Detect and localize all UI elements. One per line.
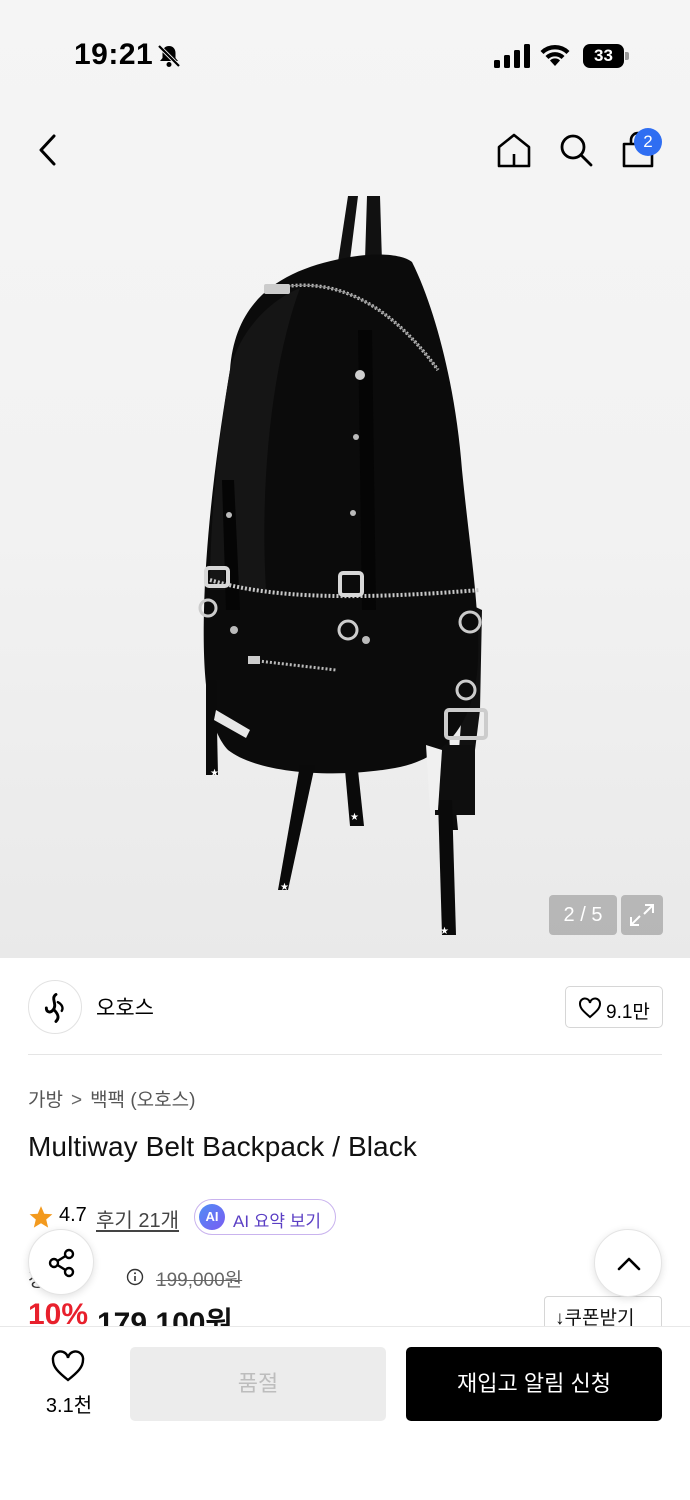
wifi-icon	[540, 44, 570, 66]
breadcrumb-category[interactable]: 가방	[28, 1090, 63, 1111]
cart-count-badge: 2	[634, 128, 662, 156]
ai-icon: AI	[199, 1204, 225, 1230]
sale-price: 179,100원	[97, 1307, 234, 1328]
expand-image-button[interactable]	[621, 895, 663, 935]
breadcrumb-separator: >	[70, 1090, 83, 1111]
product-title: Multiway Belt Backpack / Black	[28, 1131, 417, 1162]
product-image-backpack[interactable]: ★ ★ ★ ★	[180, 190, 510, 950]
scroll-to-top-button[interactable]	[594, 1229, 662, 1297]
restock-alert-button[interactable]: 재입고 알림 신청	[406, 1347, 662, 1421]
svg-text:★: ★	[280, 882, 289, 893]
heart-icon	[579, 997, 601, 1019]
wishlist-count: 3.1천	[45, 1395, 93, 1417]
back-arrow-icon[interactable]	[30, 130, 66, 170]
original-price: 199,000원	[156, 1270, 243, 1291]
svg-text:★: ★	[440, 926, 449, 937]
battery-indicator: 33	[583, 44, 629, 68]
brand-logo-mark-icon	[44, 993, 64, 1023]
review-count-link[interactable]: 후기 21개	[96, 1204, 179, 1233]
ai-summary-button[interactable]: AI AI 요약 보기	[194, 1199, 336, 1235]
brand-name[interactable]: 오호스	[96, 992, 154, 1022]
status-time: 19:21	[74, 38, 154, 71]
bottom-action-bar: 3.1천 품절 재입고 알림 신청	[0, 1326, 690, 1500]
bell-muted-icon	[157, 44, 181, 68]
cellular-signal-icon	[494, 44, 530, 68]
expand-icon	[630, 904, 654, 926]
brand-row: 오호스 9.1만	[28, 978, 663, 1036]
info-icon[interactable]	[126, 1268, 144, 1286]
rating-value: 4.7	[59, 1204, 87, 1226]
brand-like-count: 9.1만	[606, 1002, 650, 1023]
status-bar: 19:21 33	[0, 0, 690, 110]
rating-row: 4.7 후기 21개 AI AI 요약 보기	[28, 1199, 428, 1235]
divider	[28, 1054, 662, 1055]
soldout-button[interactable]: 품절	[130, 1347, 386, 1421]
discount-rate: 10%	[28, 1298, 89, 1328]
share-button[interactable]	[28, 1229, 94, 1295]
brand-like-button[interactable]: 9.1만	[565, 986, 663, 1028]
battery-level: 33	[594, 46, 613, 65]
search-icon[interactable]	[556, 130, 596, 170]
coupon-button[interactable]: ↓쿠폰받기	[544, 1296, 662, 1330]
top-navigation	[0, 120, 690, 184]
share-icon	[48, 1248, 75, 1278]
brand-logo[interactable]	[28, 980, 82, 1034]
wishlist-heart-icon[interactable]	[50, 1349, 86, 1383]
star-icon	[29, 1206, 53, 1228]
breadcrumb: 가방 > 백팩 (오호스)	[28, 1085, 195, 1112]
ai-summary-label: AI 요약 보기	[233, 1212, 322, 1231]
image-counter: 2 / 5	[549, 895, 617, 935]
home-icon[interactable]	[494, 130, 534, 170]
chevron-up-icon	[617, 1257, 641, 1271]
svg-text:★: ★	[210, 768, 219, 779]
breadcrumb-subcategory[interactable]: 백팩 (오호스)	[90, 1090, 195, 1111]
svg-text:★: ★	[350, 812, 359, 823]
